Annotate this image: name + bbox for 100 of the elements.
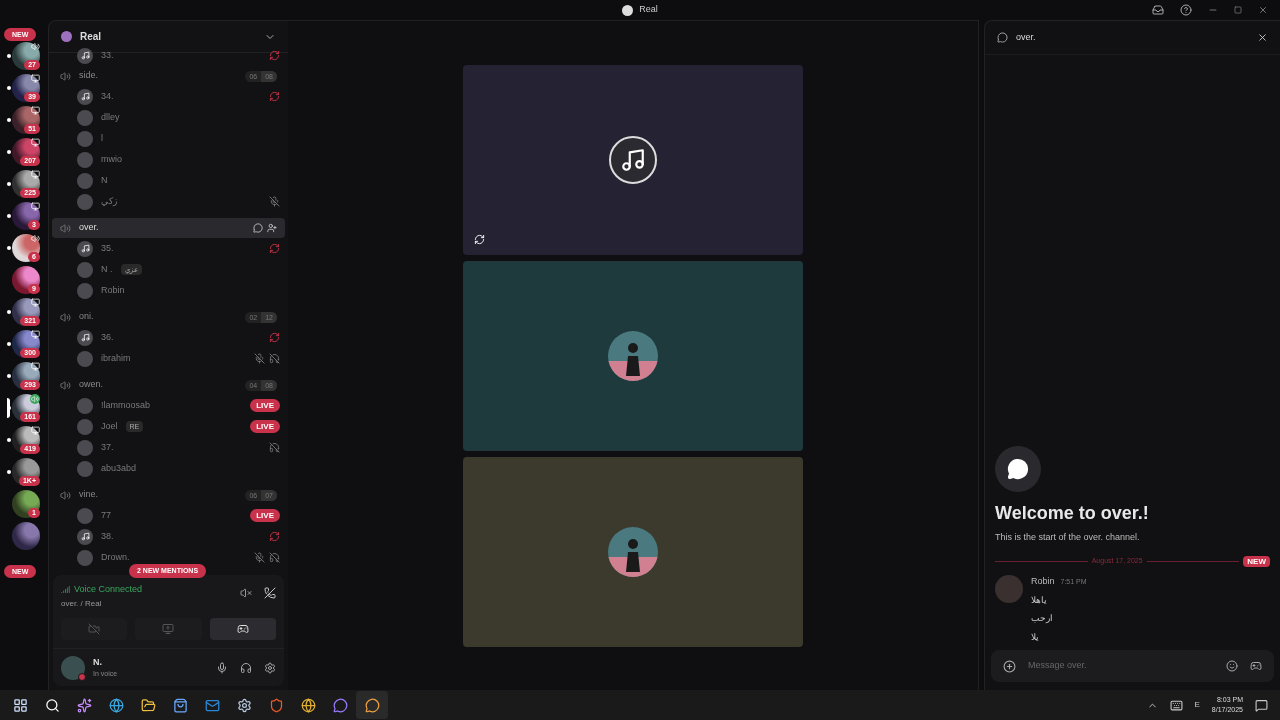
search-icon: [44, 697, 60, 713]
chat-icon: [1007, 457, 1029, 480]
add-user-icon[interactable]: [267, 223, 277, 233]
gamepad-icon: [236, 623, 249, 635]
member-name[interactable]: dlley: [101, 110, 120, 125]
close-icon[interactable]: [1257, 32, 1268, 43]
notification-icon[interactable]: [1255, 698, 1268, 712]
member-name[interactable]: ibrahim: [101, 351, 131, 366]
folder-icon: [140, 697, 156, 713]
sparkle-icon: [76, 697, 92, 713]
mail-icon: [204, 697, 220, 713]
mic-off-icon: [269, 196, 280, 207]
channel-name: side.: [79, 69, 98, 83]
help-icon[interactable]: [1180, 4, 1192, 16]
add-icon[interactable]: [1003, 659, 1016, 673]
member-name[interactable]: abu3abd: [101, 461, 137, 476]
message-text: ارحب: [1031, 612, 1053, 625]
taskbar-chat-button[interactable]: [356, 691, 388, 719]
voice-channel[interactable]: over.: [52, 218, 285, 238]
member-name[interactable]: 37.: [101, 440, 114, 455]
shield-icon: [268, 697, 284, 713]
user-avatar: [77, 172, 93, 189]
headphone-off-icon: [269, 552, 280, 563]
channel-name: oni.: [79, 310, 94, 324]
speaker-icon: [60, 70, 71, 82]
cycle-icon: [269, 91, 280, 102]
member-name[interactable]: زكي: [101, 194, 117, 209]
globe-icon: [300, 697, 316, 713]
mic-off-icon: [254, 353, 265, 364]
chat-icon: [364, 697, 380, 713]
keyboard-icon[interactable]: [1169, 698, 1183, 712]
headphones-icon[interactable]: [240, 661, 252, 674]
bag-icon: [172, 697, 188, 713]
server-icon[interactable]: [12, 522, 40, 550]
speaker-icon: [60, 222, 71, 234]
message-author[interactable]: Robin: [1031, 575, 1055, 589]
music-note-icon: [620, 146, 646, 173]
noise-off-icon[interactable]: [240, 586, 252, 599]
signal-icon: [61, 584, 70, 594]
disconnect-icon[interactable]: [264, 586, 276, 599]
chat-icon[interactable]: [253, 223, 263, 233]
gamepad-icon[interactable]: [1250, 660, 1262, 672]
voice-location[interactable]: over. / Real: [61, 598, 143, 610]
inbox-icon[interactable]: [1152, 4, 1164, 16]
message-text: يلا: [1031, 630, 1039, 644]
user-avatar: [77, 350, 93, 367]
globe-icon: [108, 697, 124, 713]
user-avatar: [77, 282, 93, 299]
user-avatar: [77, 549, 93, 566]
member-name[interactable]: Robin: [101, 283, 125, 298]
chat-icon: [332, 697, 348, 713]
language-indicator[interactable]: E: [1194, 699, 1200, 711]
music-note-icon: [80, 51, 90, 60]
headphone-off-icon: [269, 353, 280, 364]
live-badge: LIVE: [250, 509, 280, 522]
voice-status: Voice Connected: [74, 582, 143, 596]
member-name[interactable]: Joel: [101, 419, 118, 434]
channel-name: vine.: [79, 488, 98, 502]
member-name[interactable]: mwio: [101, 152, 122, 167]
member-name[interactable]: 38.: [101, 529, 114, 544]
message-placeholder: Message over.: [1028, 659, 1087, 673]
server-name: Real: [80, 30, 102, 44]
new-badge: NEW: [1243, 556, 1270, 567]
chat-icon: [997, 32, 1008, 43]
camera-off-icon: [88, 623, 101, 635]
live-badge: LIVE: [250, 420, 280, 433]
member-name[interactable]: 77: [101, 508, 111, 523]
user-avatar: [77, 397, 93, 414]
member-name[interactable]: N: [101, 173, 108, 188]
member-name[interactable]: N .: [101, 262, 113, 277]
chat-title: over.: [1016, 30, 1036, 44]
windows-icon: [12, 697, 28, 713]
message-input[interactable]: Message over.: [991, 650, 1274, 682]
settings-icon[interactable]: [264, 661, 276, 674]
server-logo-icon: [61, 31, 72, 42]
user-avatar: [77, 460, 93, 477]
member-name[interactable]: !lammoosab: [101, 398, 151, 413]
video-tile[interactable]: [463, 260, 803, 451]
emoji-icon[interactable]: [1226, 660, 1238, 672]
member-name[interactable]: 35.: [101, 241, 114, 256]
channel-name: over.: [79, 221, 99, 235]
welcome-subtitle: This is the start of the over. channel.: [995, 530, 1141, 544]
member-name[interactable]: Drown.: [101, 550, 130, 565]
user-avatar: [77, 439, 93, 456]
music-note-icon: [80, 244, 90, 253]
mic-off-icon: [254, 552, 265, 563]
music-note-icon: [80, 92, 90, 101]
screen-share-icon: [162, 623, 175, 635]
cycle-icon: [269, 531, 280, 542]
video-tile[interactable]: [463, 456, 803, 647]
user-avatar: [77, 507, 93, 524]
user-avatar[interactable]: [61, 655, 85, 680]
member-name[interactable]: 34.: [101, 89, 114, 104]
microphone-icon[interactable]: [216, 661, 228, 674]
close-icon[interactable]: [1258, 5, 1268, 15]
channel-name: owen.: [79, 378, 104, 392]
video-tile[interactable]: [463, 64, 803, 255]
cycle-icon: [269, 332, 280, 343]
activity-button[interactable]: [209, 618, 276, 640]
member-name[interactable]: 36.: [101, 330, 114, 345]
